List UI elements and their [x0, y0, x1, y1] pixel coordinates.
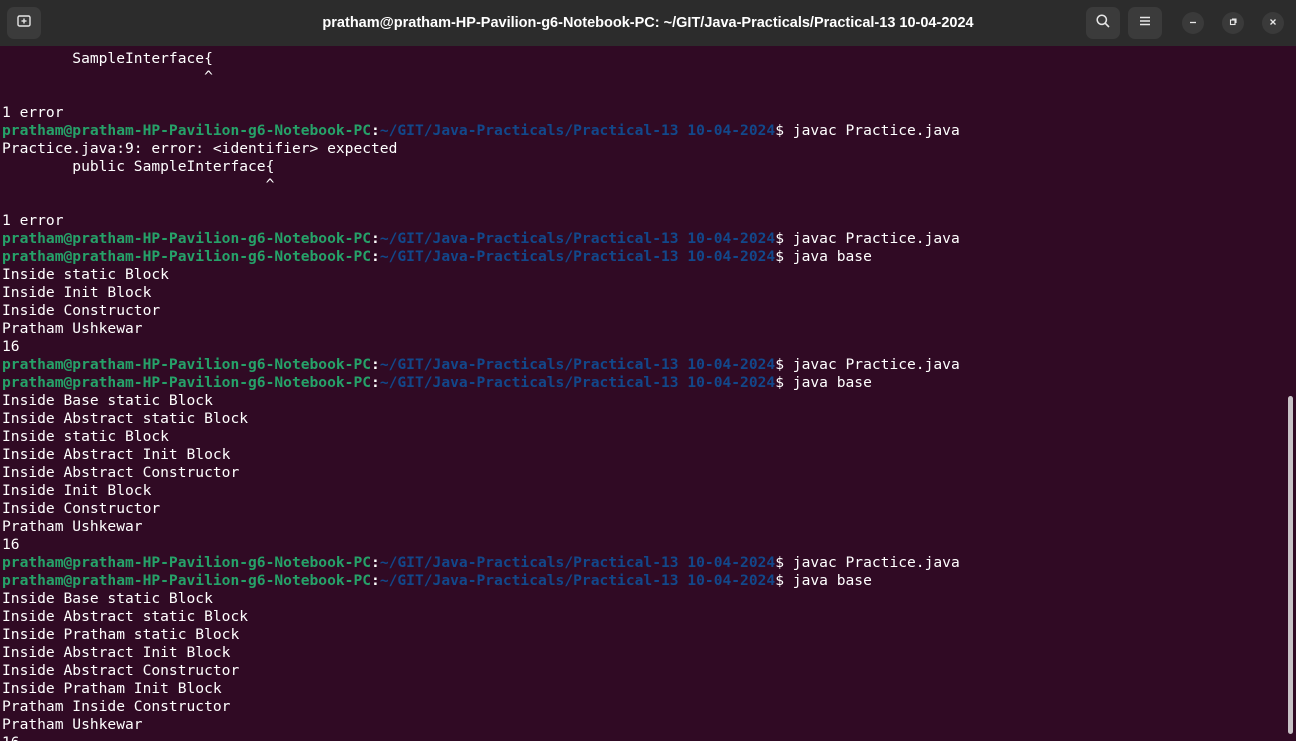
- prompt-user: pratham@pratham-HP-Pavilion-g6-Notebook-…: [2, 230, 372, 247]
- command-text: javac Practice.java: [784, 230, 960, 247]
- prompt-colon: :: [371, 122, 380, 139]
- prompt-path: ~/GIT/Java-Practicals/Practical-13 10-04…: [379, 122, 776, 139]
- output-line: Pratham Ushkewar: [2, 518, 143, 535]
- prompt-user: pratham@pratham-HP-Pavilion-g6-Notebook-…: [2, 572, 372, 589]
- prompt-colon: :: [371, 356, 380, 373]
- minimize-button[interactable]: [1182, 12, 1204, 34]
- terminal-window: pratham@pratham-HP-Pavilion-g6-Notebook-…: [0, 0, 1296, 741]
- output-line: Inside Abstract Constructor: [2, 662, 240, 679]
- search-icon: [1095, 13, 1111, 34]
- prompt-path: ~/GIT/Java-Practicals/Practical-13 10-04…: [379, 248, 776, 265]
- terminal-output[interactable]: SampleInterface{ ^ 1 error pratham@pratham…: [0, 48, 1282, 741]
- output-line: Inside Constructor: [2, 302, 161, 319]
- prompt-colon: :: [371, 572, 380, 589]
- output-line: 16: [2, 734, 20, 741]
- output-line: Inside Abstract Init Block: [2, 644, 231, 661]
- new-tab-button[interactable]: [7, 7, 41, 39]
- prompt-colon: :: [371, 248, 380, 265]
- output-line: 1 error: [2, 212, 64, 229]
- output-line: Inside Abstract Constructor: [2, 464, 240, 481]
- new-tab-icon: [16, 13, 32, 34]
- prompt-path: ~/GIT/Java-Practicals/Practical-13 10-04…: [379, 374, 776, 391]
- prompt-symbol: $: [775, 356, 785, 373]
- maximize-button[interactable]: [1222, 12, 1244, 34]
- command-text: java base: [784, 572, 872, 589]
- prompt-path: ~/GIT/Java-Practicals/Practical-13 10-04…: [379, 554, 776, 571]
- output-line: Inside Base static Block: [2, 590, 213, 607]
- prompt-colon: :: [371, 374, 380, 391]
- prompt-path: ~/GIT/Java-Practicals/Practical-13 10-04…: [379, 356, 776, 373]
- command-text: java base: [784, 374, 872, 391]
- output-line: ^: [2, 176, 275, 193]
- output-line: Inside Init Block: [2, 482, 152, 499]
- output-line: Inside Base static Block: [2, 392, 213, 409]
- close-button[interactable]: [1262, 12, 1284, 34]
- prompt-line: pratham@pratham-HP-Pavilion-g6-Notebook-…: [2, 230, 960, 248]
- prompt-colon: :: [371, 554, 380, 571]
- prompt-colon: :: [371, 230, 380, 247]
- search-button[interactable]: [1086, 7, 1120, 39]
- output-line: Inside Pratham static Block: [2, 626, 240, 643]
- output-line: 16: [2, 536, 20, 553]
- command-text: java base: [784, 248, 872, 265]
- prompt-user: pratham@pratham-HP-Pavilion-g6-Notebook-…: [2, 122, 372, 139]
- output-line: 1 error: [2, 104, 64, 121]
- prompt-path: ~/GIT/Java-Practicals/Practical-13 10-04…: [379, 572, 776, 589]
- prompt-path: ~/GIT/Java-Practicals/Practical-13 10-04…: [379, 230, 776, 247]
- command-text: javac Practice.java: [784, 122, 960, 139]
- prompt-symbol: $: [775, 554, 785, 571]
- prompt-line: pratham@pratham-HP-Pavilion-g6-Notebook-…: [2, 572, 872, 590]
- prompt-line: pratham@pratham-HP-Pavilion-g6-Notebook-…: [2, 122, 960, 140]
- command-text: javac Practice.java: [784, 554, 960, 571]
- close-icon: [1268, 14, 1278, 32]
- menu-button[interactable]: [1128, 7, 1162, 39]
- output-line: Inside static Block: [2, 428, 169, 445]
- prompt-user: pratham@pratham-HP-Pavilion-g6-Notebook-…: [2, 248, 372, 265]
- output-line: Inside static Block: [2, 266, 169, 283]
- output-line: SampleInterface{: [2, 50, 213, 67]
- prompt-symbol: $: [775, 122, 785, 139]
- prompt-line: pratham@pratham-HP-Pavilion-g6-Notebook-…: [2, 374, 872, 392]
- output-line: Inside Pratham Init Block: [2, 680, 222, 697]
- output-line: public SampleInterface{: [2, 158, 275, 175]
- prompt-user: pratham@pratham-HP-Pavilion-g6-Notebook-…: [2, 554, 372, 571]
- title-bar[interactable]: pratham@pratham-HP-Pavilion-g6-Notebook-…: [0, 0, 1296, 46]
- output-line: Practice.java:9: error: <identifier> exp…: [2, 140, 398, 157]
- prompt-line: pratham@pratham-HP-Pavilion-g6-Notebook-…: [2, 248, 872, 266]
- output-line: Inside Init Block: [2, 284, 152, 301]
- restore-icon: [1228, 14, 1238, 32]
- prompt-symbol: $: [775, 374, 785, 391]
- prompt-symbol: $: [775, 572, 785, 589]
- prompt-user: pratham@pratham-HP-Pavilion-g6-Notebook-…: [2, 356, 372, 373]
- scrollbar-thumb[interactable]: [1288, 396, 1293, 734]
- hamburger-menu-icon: [1137, 13, 1153, 34]
- minimize-icon: [1188, 14, 1198, 32]
- prompt-symbol: $: [775, 230, 785, 247]
- output-line: ^: [2, 68, 213, 85]
- command-text: javac Practice.java: [784, 356, 960, 373]
- output-line: 16: [2, 338, 20, 355]
- prompt-line: pratham@pratham-HP-Pavilion-g6-Notebook-…: [2, 356, 960, 374]
- output-line: Inside Abstract static Block: [2, 410, 249, 427]
- prompt-user: pratham@pratham-HP-Pavilion-g6-Notebook-…: [2, 374, 372, 391]
- prompt-line: pratham@pratham-HP-Pavilion-g6-Notebook-…: [2, 554, 960, 572]
- output-line: Inside Abstract Init Block: [2, 446, 231, 463]
- output-line: Pratham Ushkewar: [2, 320, 143, 337]
- prompt-symbol: $: [775, 248, 785, 265]
- output-line: Inside Constructor: [2, 500, 161, 517]
- output-line: Inside Abstract static Block: [2, 608, 249, 625]
- output-line: Pratham Inside Constructor: [2, 698, 231, 715]
- output-line: Pratham Ushkewar: [2, 716, 143, 733]
